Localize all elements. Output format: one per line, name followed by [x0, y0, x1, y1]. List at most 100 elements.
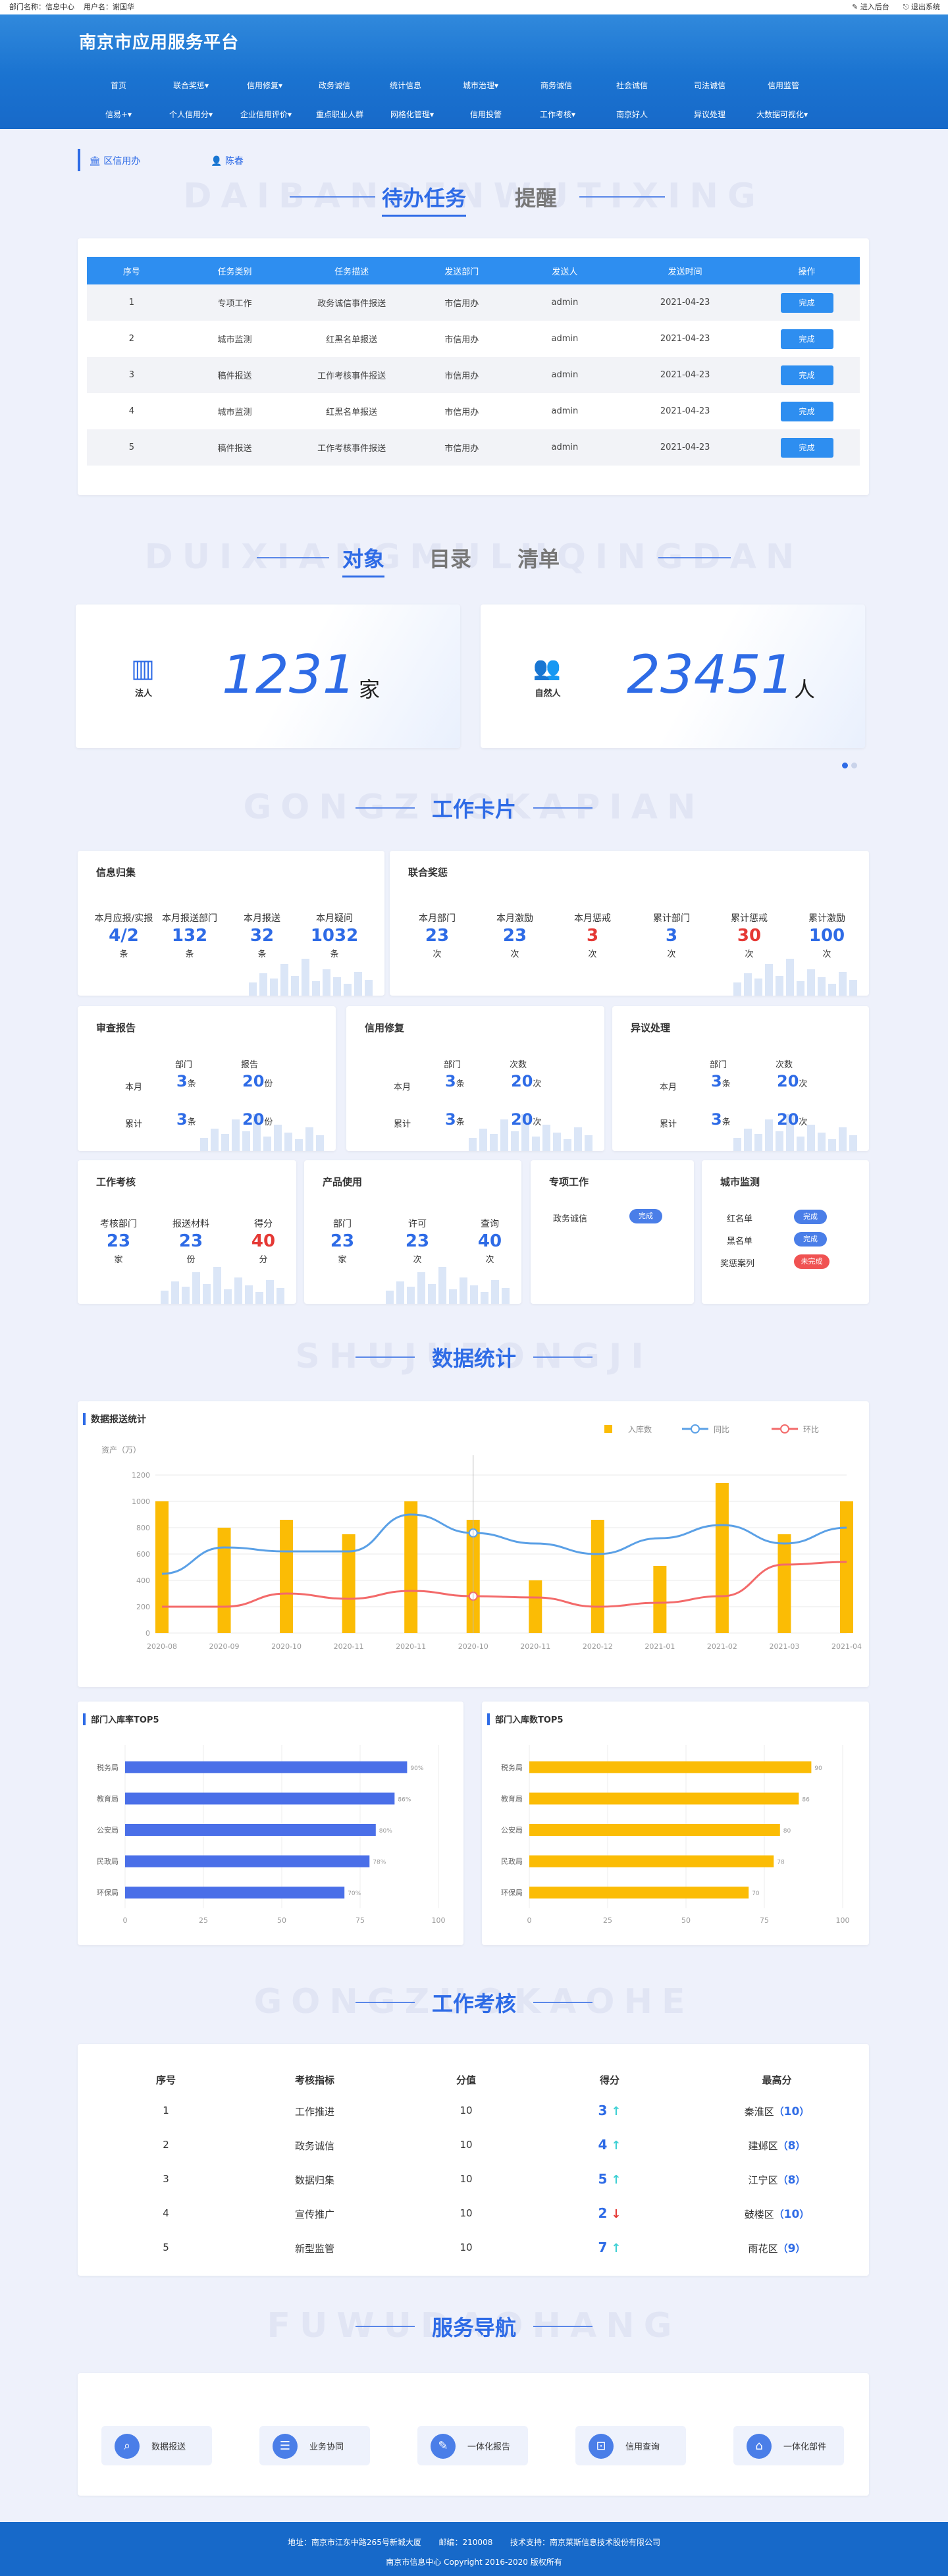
- value-unit: 份: [264, 1079, 273, 1089]
- table-cell: 市信用办: [409, 357, 514, 393]
- dispute-card[interactable]: 异议处理 部门 次数 本月 累计 3条 20次 3条 20次: [612, 1006, 869, 1151]
- value-number: 20: [511, 1072, 533, 1090]
- nav-item[interactable]: 企业信用评价▾: [230, 100, 302, 129]
- nav-item[interactable]: 信易+▾: [82, 100, 155, 129]
- bar[interactable]: [125, 1855, 370, 1867]
- bar[interactable]: [715, 1483, 729, 1633]
- service-nav-item[interactable]: ⌕ 数据报送: [101, 2426, 212, 2465]
- assessment-card[interactable]: 工作考核 考核部门 23 家 报送材料 23 份 得分 40 分: [78, 1160, 296, 1304]
- nav-item[interactable]: 大数据可视化▾: [746, 100, 818, 129]
- column-header: 考核指标: [294, 2074, 334, 2086]
- service-nav-item[interactable]: ⊡ 信用查询: [575, 2426, 686, 2465]
- tab-object[interactable]: 对象: [342, 543, 385, 577]
- credit-repair-card[interactable]: 信用修复 部门 次数 本月 累计 3条 20次 3条 20次: [346, 1006, 604, 1151]
- skyline-building: [786, 959, 794, 996]
- bar[interactable]: [653, 1566, 667, 1633]
- footer-address: 地址：南京市江东中路265号新城大厦: [287, 2538, 421, 2547]
- nav-item[interactable]: 重点职业人群: [303, 100, 376, 129]
- logout-link[interactable]: ⎋ 退出系统: [903, 3, 940, 11]
- skyline-building: [574, 1127, 582, 1151]
- tab-catalog[interactable]: 目录: [429, 543, 471, 573]
- series-line: [161, 1513, 847, 1575]
- joint-reward-card[interactable]: 联合奖惩 本月部门 23 次本月激励 23 次本月惩戒 3 次累计部门 3 次累计惩戒 30 次累计…: [390, 851, 869, 996]
- bar[interactable]: [280, 1520, 294, 1633]
- nav-item[interactable]: 信用监管: [747, 71, 820, 100]
- bar[interactable]: [217, 1528, 231, 1633]
- complete-button[interactable]: 完成: [780, 401, 833, 421]
- y-tick-label: 教育局: [97, 1794, 118, 1803]
- carousel-dot[interactable]: [851, 763, 857, 768]
- bar[interactable]: [342, 1534, 356, 1633]
- district-name: 鼓楼区: [744, 2209, 774, 2220]
- enter-backend-label: 进入后台: [860, 3, 889, 11]
- review-report-card[interactable]: 审查报告 部门 报告 本月 累计 3条 20份 3条 20份: [78, 1006, 336, 1151]
- bar[interactable]: [125, 1761, 408, 1773]
- skyline-building: [280, 964, 288, 996]
- legal-person-card[interactable]: ▥ 法人 1231 家: [76, 604, 460, 748]
- bar[interactable]: [125, 1887, 345, 1899]
- col-header: 次数: [510, 1060, 527, 1070]
- info-collect-card[interactable]: 信息归集 本月应报/实报 4/2 条 本月报送部门 132 条 本月报送 32 条 本月疑问 103…: [78, 851, 384, 996]
- enter-backend-link[interactable]: ✎ 进入后台: [852, 3, 889, 11]
- bar[interactable]: [404, 1501, 418, 1633]
- y-tick-label: 公安局: [97, 1825, 118, 1835]
- tab-list[interactable]: 清单: [517, 543, 560, 573]
- nav-item[interactable]: 司法诚信: [673, 71, 746, 100]
- bar[interactable]: [155, 1501, 169, 1633]
- nav-item[interactable]: 异议处理: [673, 100, 746, 129]
- nav-item[interactable]: 联合奖惩▾: [155, 71, 227, 100]
- complete-button[interactable]: 完成: [780, 292, 833, 313]
- nav-item[interactable]: 南京好人: [596, 100, 668, 129]
- nav-item[interactable]: 政务诚信: [298, 71, 371, 100]
- bar[interactable]: [777, 1534, 791, 1633]
- case-button[interactable]: 未完成: [794, 1254, 830, 1269]
- nav-item[interactable]: 商务诚信: [520, 71, 592, 100]
- sub-dept[interactable]: 🏛 区信用办: [89, 154, 140, 167]
- service-nav-item[interactable]: ⌂ 一体化部件: [733, 2426, 844, 2465]
- city-monitor-card[interactable]: 城市监测 红名单 完成 黑名单 完成 奖惩案列 未完成: [702, 1160, 869, 1304]
- bar[interactable]: [529, 1855, 774, 1867]
- nav-item[interactable]: 信用投警: [450, 100, 522, 129]
- special-work-card[interactable]: 专项工作 政务诚信 完成: [531, 1160, 694, 1304]
- special-done-button[interactable]: 完成: [629, 1209, 662, 1223]
- bar[interactable]: [529, 1792, 799, 1805]
- bar[interactable]: [529, 1761, 812, 1773]
- natural-person-card[interactable]: 👥 自然人 23451 人: [481, 604, 865, 748]
- y-tick-label: 税务局: [97, 1763, 118, 1772]
- nav-item[interactable]: 城市治理▾: [444, 71, 517, 100]
- carousel-dot-active[interactable]: [842, 763, 848, 768]
- bar[interactable]: [125, 1824, 376, 1836]
- nav-item[interactable]: 个人信用分▾: [155, 100, 227, 129]
- nav-item[interactable]: 工作考核▾: [521, 100, 594, 129]
- nav-item[interactable]: 社会诚信: [596, 71, 668, 100]
- complete-button[interactable]: 完成: [780, 437, 833, 458]
- stat-unit: 次: [433, 950, 442, 959]
- tab-tasks[interactable]: 待办任务: [382, 182, 467, 217]
- service-nav-item[interactable]: ✎ 一体化报告: [417, 2426, 528, 2465]
- datastats-title: 数据统计: [431, 1346, 516, 1371]
- table-cell: 工作考核事件报送: [293, 429, 410, 466]
- bar[interactable]: [529, 1824, 780, 1836]
- complete-button[interactable]: 完成: [780, 329, 833, 349]
- service-label: 业务协同: [309, 2442, 344, 2452]
- complete-button[interactable]: 完成: [780, 365, 833, 385]
- red-list-button[interactable]: 完成: [794, 1210, 827, 1224]
- nav-item[interactable]: 信用修复▾: [228, 71, 301, 100]
- table-cell: 稿件报送: [176, 429, 294, 466]
- table-cell: 市信用办: [409, 429, 514, 466]
- nav-item[interactable]: 首页: [82, 71, 155, 100]
- bar[interactable]: [529, 1580, 542, 1633]
- bar[interactable]: [840, 1501, 853, 1633]
- service-nav-item[interactable]: ☰ 业务协同: [259, 2426, 370, 2465]
- nav-item[interactable]: 网格化管理▾: [376, 100, 448, 129]
- nav-item[interactable]: 统计信息: [369, 71, 442, 100]
- value-number: 3: [176, 1072, 188, 1090]
- usage-card[interactable]: 产品使用 部门 23 家 许可 23 次 查询 40 次: [304, 1160, 521, 1304]
- black-list-button[interactable]: 完成: [794, 1232, 827, 1247]
- tab-reminders[interactable]: 提醒: [515, 182, 557, 212]
- sub-user[interactable]: 👤 陈春: [211, 154, 244, 167]
- bar[interactable]: [529, 1887, 749, 1899]
- bar[interactable]: [125, 1792, 395, 1805]
- bar[interactable]: [591, 1520, 604, 1633]
- skyline-building: [542, 1125, 550, 1151]
